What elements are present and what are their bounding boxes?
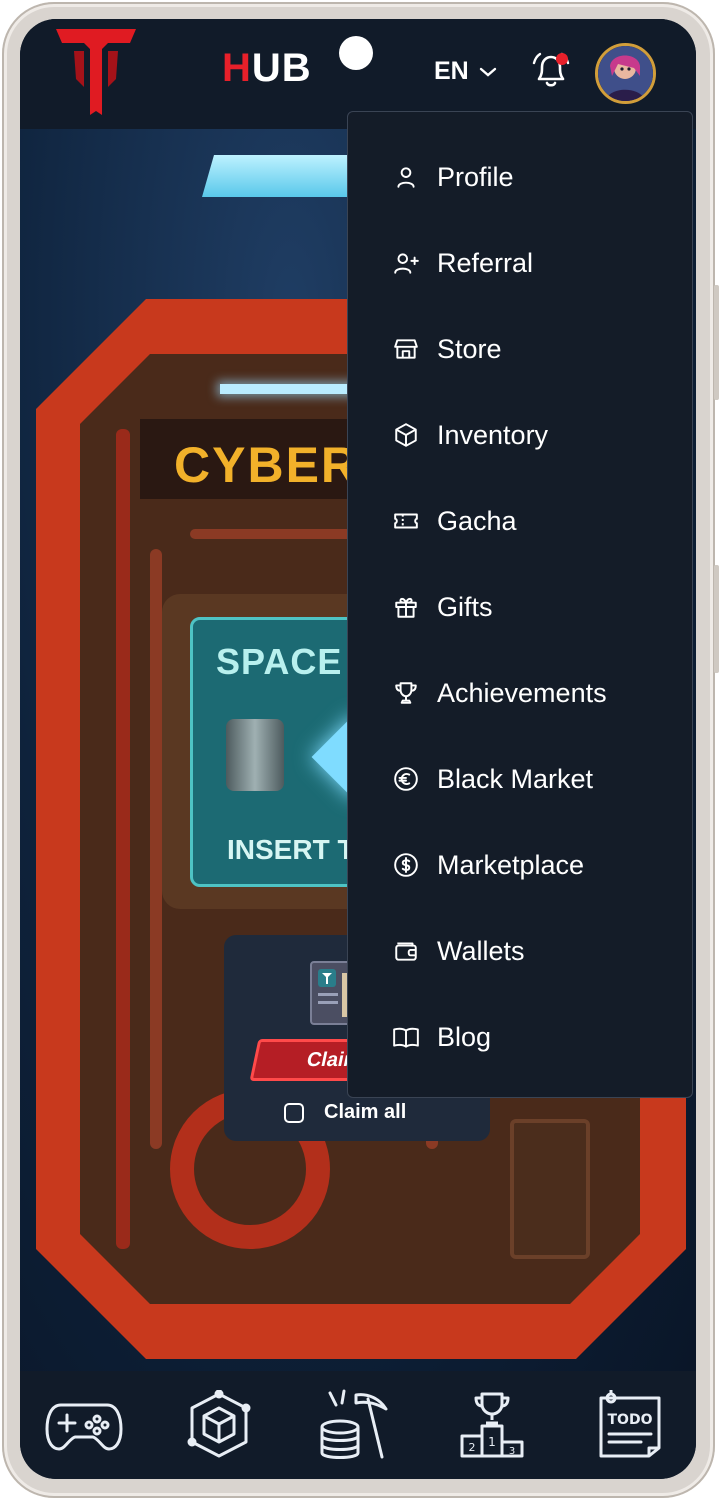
svg-text:2: 2	[469, 1441, 476, 1454]
todo-icon-text: TODO	[608, 1412, 653, 1428]
pipe	[150, 549, 162, 1149]
app-screen: H UB EN CYBER SPACE F INSERT T Clain Cla…	[20, 19, 696, 1479]
menu-item-gacha[interactable]: Gacha	[348, 491, 694, 551]
chevron-down-icon	[479, 67, 496, 77]
gamepad-icon	[45, 1403, 123, 1451]
book-open-icon	[392, 1023, 420, 1051]
language-selector[interactable]: EN	[434, 57, 497, 86]
ticket-icon	[392, 507, 420, 535]
menu-item-label: Marketplace	[437, 849, 585, 880]
mining-icon	[320, 1389, 388, 1459]
menu-item-marketplace[interactable]: Marketplace	[348, 835, 694, 895]
claim-all-checkbox[interactable]	[284, 1102, 304, 1123]
trophy-icon	[392, 679, 420, 707]
user-plus-icon	[392, 249, 420, 277]
menu-item-achievements[interactable]: Achievements	[348, 663, 694, 723]
wallet-icon	[392, 937, 420, 965]
side-button	[714, 565, 719, 673]
menu-item-black-market[interactable]: Black Market	[348, 749, 694, 809]
bottom-navigation: 1 2 3 TODO	[20, 1371, 696, 1479]
menu-item-store[interactable]: Store	[348, 319, 694, 379]
pipe	[116, 429, 130, 1249]
side-button	[714, 285, 719, 400]
menu-item-profile[interactable]: Profile	[348, 147, 694, 207]
menu-item-wallets[interactable]: Wallets	[348, 921, 694, 981]
box-icon	[392, 421, 420, 449]
menu-item-label: Store	[437, 333, 502, 364]
menu-item-label: Black Market	[437, 763, 594, 794]
hub-logo-rest: UB	[251, 45, 312, 90]
user-icon	[392, 163, 420, 191]
podium-icon: 1 2 3	[460, 1392, 524, 1458]
menu-item-label: Gifts	[437, 591, 493, 622]
svg-text:1: 1	[488, 1435, 496, 1449]
notification-dot	[556, 53, 568, 65]
menu-item-label: Inventory	[437, 419, 549, 450]
nav-games-button[interactable]	[42, 1385, 126, 1465]
todo-icon: TODO	[599, 1390, 661, 1458]
menu-item-referral[interactable]: Referral	[348, 233, 694, 293]
menu-item-label: Profile	[437, 161, 514, 192]
avatar-image	[598, 46, 653, 101]
brand-logo[interactable]	[54, 27, 138, 117]
claim-all-option[interactable]: Claim all	[284, 1101, 406, 1124]
notification-bell-icon[interactable]	[529, 49, 573, 93]
door-title: CYBER	[174, 437, 360, 493]
menu-item-label: Blog	[437, 1021, 492, 1052]
nav-leaderboard-button[interactable]: 1 2 3	[450, 1385, 534, 1465]
menu-item-gifts[interactable]: Gifts	[348, 577, 694, 637]
nav-blockchain-button[interactable]	[177, 1385, 261, 1465]
door-side-panel	[510, 1119, 590, 1259]
store-icon	[392, 335, 420, 363]
cube-icon	[187, 1390, 251, 1458]
user-avatar[interactable]	[595, 43, 656, 104]
hub-logo-first-letter: H	[222, 45, 252, 90]
euro-icon	[392, 765, 420, 793]
canister-image	[226, 719, 284, 791]
nav-tasks-button[interactable]: TODO	[588, 1385, 672, 1465]
hub-logo[interactable]: H UB	[222, 45, 312, 90]
menu-item-label: Gacha	[437, 505, 517, 536]
camera-cutout	[339, 36, 373, 70]
svg-text:3: 3	[509, 1446, 515, 1457]
menu-item-label: Wallets	[437, 935, 525, 966]
menu-item-blog[interactable]: Blog	[348, 1007, 694, 1067]
game-screen-footer: INSERT T	[227, 834, 355, 865]
language-label: EN	[434, 57, 469, 85]
claim-all-label: Claim all	[324, 1101, 407, 1123]
gift-icon	[392, 593, 420, 621]
menu-item-label: Achievements	[437, 677, 607, 708]
menu-item-inventory[interactable]: Inventory	[348, 405, 694, 465]
menu-item-label: Referral	[437, 247, 534, 278]
nav-mining-button[interactable]	[312, 1385, 396, 1465]
dollar-icon	[392, 851, 420, 879]
user-menu-dropdown: Profile Referral Store Inventory Gacha G…	[347, 111, 693, 1098]
